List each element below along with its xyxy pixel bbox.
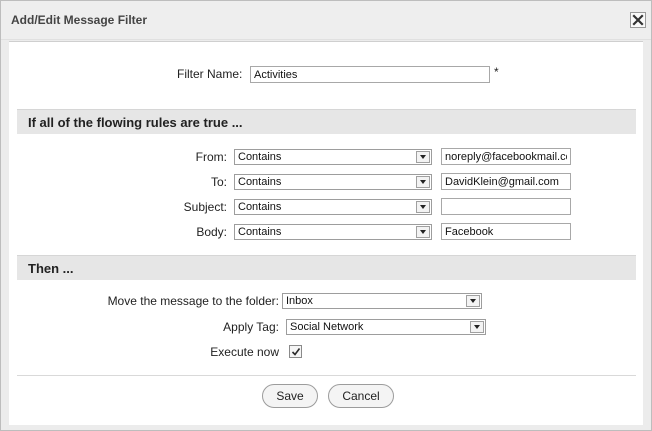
move-folder-value: Inbox — [286, 295, 313, 307]
dialog-titlebar: Add/Edit Message Filter — [1, 1, 651, 40]
move-folder-label: Move the message to the folder: — [107, 294, 279, 308]
subject-operator-select[interactable]: Contains — [234, 199, 432, 215]
rule-label-body: Body: — [196, 225, 227, 239]
to-operator-select[interactable]: Contains — [234, 174, 432, 190]
apply-tag-label: Apply Tag: — [223, 320, 279, 334]
subject-value-input[interactable] — [441, 198, 571, 215]
execute-now-checkbox[interactable] — [289, 345, 302, 358]
apply-tag-select[interactable]: Social Network — [286, 319, 486, 335]
chevron-down-icon[interactable] — [416, 176, 430, 188]
cancel-button[interactable]: Cancel — [328, 384, 394, 408]
to-operator-value: Contains — [238, 176, 282, 188]
body-operator-select[interactable]: Contains — [234, 224, 432, 240]
rule-label-from: From: — [195, 150, 227, 164]
body-operator-value: Contains — [238, 226, 282, 238]
move-folder-select[interactable]: Inbox — [282, 293, 482, 309]
dialog-title: Add/Edit Message Filter — [11, 13, 148, 27]
filter-name-label: Filter Name: — [177, 67, 243, 81]
footer-divider — [17, 375, 636, 376]
conditions-header-text: If all of the flowing rules are true ... — [28, 115, 243, 130]
close-icon[interactable] — [630, 12, 646, 28]
body-value-input[interactable] — [441, 223, 571, 240]
rule-label-to: To: — [210, 175, 227, 189]
actions-section-header: Then ... — [17, 255, 636, 280]
dialog-body: Filter Name: * If all of the flowing rul… — [9, 41, 643, 425]
subject-operator-value: Contains — [238, 201, 282, 213]
from-operator-value: Contains — [238, 151, 282, 163]
from-operator-select[interactable]: Contains — [234, 149, 432, 165]
chevron-down-icon[interactable] — [416, 226, 430, 238]
chevron-down-icon[interactable] — [416, 151, 430, 163]
chevron-down-icon[interactable] — [470, 321, 484, 333]
to-value-input[interactable] — [441, 173, 571, 190]
rule-label-subject: Subject: — [183, 200, 227, 214]
checkmark-icon — [291, 348, 301, 356]
message-filter-dialog: Add/Edit Message Filter Filter Name: * I… — [0, 0, 652, 431]
required-marker: * — [494, 65, 499, 79]
execute-now-label: Execute now — [210, 345, 279, 359]
apply-tag-value: Social Network — [290, 321, 364, 333]
chevron-down-icon[interactable] — [416, 201, 430, 213]
actions-header-text: Then ... — [28, 261, 74, 276]
filter-name-input[interactable] — [250, 66, 490, 83]
from-value-input[interactable] — [441, 148, 571, 165]
chevron-down-icon[interactable] — [466, 295, 480, 307]
conditions-section-header: If all of the flowing rules are true ... — [17, 109, 636, 134]
save-button[interactable]: Save — [262, 384, 318, 408]
